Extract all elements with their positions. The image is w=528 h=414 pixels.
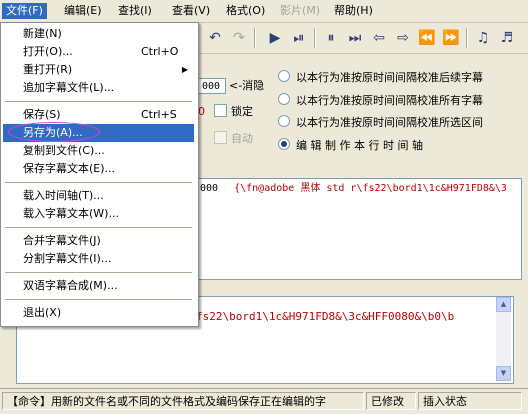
menu-item-merge[interactable]: 合并字幕文件(J) [3, 232, 194, 250]
menu-item-append[interactable]: 追加字幕文件(L)... [3, 79, 194, 97]
menu-item-load-text[interactable]: 载入字幕文本(W)... [3, 205, 194, 223]
menu-file[interactable]: 文件(F) [2, 3, 47, 19]
auto-label: 自动 [231, 132, 253, 145]
menu-item-load-timeline[interactable]: 载入时间轴(T)... [3, 187, 194, 205]
radio-edit-timeline[interactable]: 编 辑 制 作 本 行 时 间 轴 [278, 138, 423, 154]
scroll-down-icon[interactable]: ▼ [496, 366, 511, 381]
menu-edit[interactable]: 编辑(E) [60, 3, 106, 19]
lock-label: 锁定 [231, 105, 253, 118]
arrow-right-icon[interactable]: ⇨ [392, 27, 414, 49]
audio-settings-icon[interactable]: ♬ [496, 27, 518, 49]
toolbar-separator [254, 28, 256, 48]
menu-separator [5, 227, 192, 228]
menu-item-exit[interactable]: 退出(X) [3, 304, 194, 322]
menu-item-save[interactable]: 保存(S) Ctrl+S [3, 106, 194, 124]
menu-bar: 文件(F) 编辑(E) 查找(I) 查看(V) 格式(O) 影片(M) 帮助(H… [0, 0, 528, 23]
toolbar-separator [466, 28, 468, 48]
arrow-left-icon[interactable]: ⇦ [368, 27, 390, 49]
rewind-icon[interactable]: ⏪ [416, 27, 438, 49]
radio-label: 以本行为准按原时间间隔校准所有字幕 [296, 94, 483, 107]
menu-movie[interactable]: 影片(M) [276, 3, 324, 19]
annotation-circle [8, 122, 100, 142]
menu-find[interactable]: 查找(I) [114, 3, 156, 19]
play-icon[interactable]: ▶ [264, 27, 286, 49]
step-forward-icon[interactable]: ⏭ [344, 27, 366, 49]
status-mode: 插入状态 [418, 392, 522, 410]
audio-icon[interactable]: ♫ [472, 27, 494, 49]
editor-text: fs22\bord1\1c&H971FD8&\3c&HFF0080&\b0\b [196, 310, 455, 323]
undo-icon[interactable]: ↶ [204, 27, 226, 49]
menu-help[interactable]: 帮助(H) [330, 3, 377, 19]
status-message: 【命令】用新的文件名或不同的文件格式及编码保存正在编辑的字 [2, 392, 364, 410]
pause-icon[interactable]: ⏸ [320, 27, 342, 49]
status-modified: 已修改 [366, 392, 416, 410]
menu-separator [5, 299, 192, 300]
menu-item-copy-to[interactable]: 复制到文件(C)... [3, 142, 194, 160]
menu-separator [5, 182, 192, 183]
menu-item-bilingual[interactable]: 双语字幕合成(M)... [3, 277, 194, 295]
editor-scrollbar[interactable]: ▲ ▼ [496, 297, 511, 381]
radio-label: 以本行为准按原时间间隔校准后续字幕 [296, 71, 483, 84]
menu-separator [5, 272, 192, 273]
redo-icon[interactable]: ↷ [228, 27, 250, 49]
list-item-text: {\fn@adobe 黑体 std r\fs22\bord1\1c&H971FD… [234, 183, 507, 194]
list-item-time: 000 [200, 183, 219, 194]
menu-item-reopen[interactable]: 重打开(R) ▶ [3, 61, 194, 79]
red-value: 0 [198, 105, 205, 118]
time-field[interactable]: 000 [198, 78, 226, 94]
menu-item-new[interactable]: 新建(N) [3, 25, 194, 43]
status-bar: 【命令】用新的文件名或不同的文件格式及编码保存正在编辑的字 已修改 插入状态 [0, 388, 528, 414]
menu-format[interactable]: 格式(O) [222, 3, 269, 19]
lock-checkbox[interactable]: 锁定 [214, 104, 253, 120]
fast-forward-icon[interactable]: ⏩ [440, 27, 462, 49]
toolbar-separator [314, 28, 316, 48]
menu-view[interactable]: 查看(V) [168, 3, 214, 19]
menu-item-open[interactable]: 打开(O)... Ctrl+O [3, 43, 194, 61]
radio-label: 以本行为准按原时间间隔校准所选区间 [296, 116, 483, 129]
radio-calibrate-following[interactable]: 以本行为准按原时间间隔校准后续字幕 [278, 70, 483, 86]
submenu-arrow-icon: ▶ [181, 65, 188, 74]
list-item[interactable]: 000 {\fn@adobe 黑体 std r\fs22\bord1\1c&H9… [200, 181, 520, 197]
radio-calibrate-selection[interactable]: 以本行为准按原时间间隔校准所选区间 [278, 115, 483, 131]
radio-calibrate-all[interactable]: 以本行为准按原时间间隔校准所有字幕 [278, 93, 483, 109]
scroll-up-icon[interactable]: ▲ [496, 297, 511, 312]
play-line-icon[interactable]: ⏯ [288, 27, 310, 49]
auto-checkbox[interactable]: 自动 [214, 131, 253, 147]
menu-item-split[interactable]: 分割字幕文件(I)... [3, 250, 194, 268]
menu-separator [5, 101, 192, 102]
dismiss-label: <-消隐 [229, 79, 265, 92]
menu-item-save-text[interactable]: 保存字幕文本(E)... [3, 160, 194, 178]
file-menu-dropdown: 新建(N) 打开(O)... Ctrl+O 重打开(R) ▶ 追加字幕文件(L)..… [0, 22, 199, 327]
radio-label: 编 辑 制 作 本 行 时 间 轴 [296, 139, 423, 152]
